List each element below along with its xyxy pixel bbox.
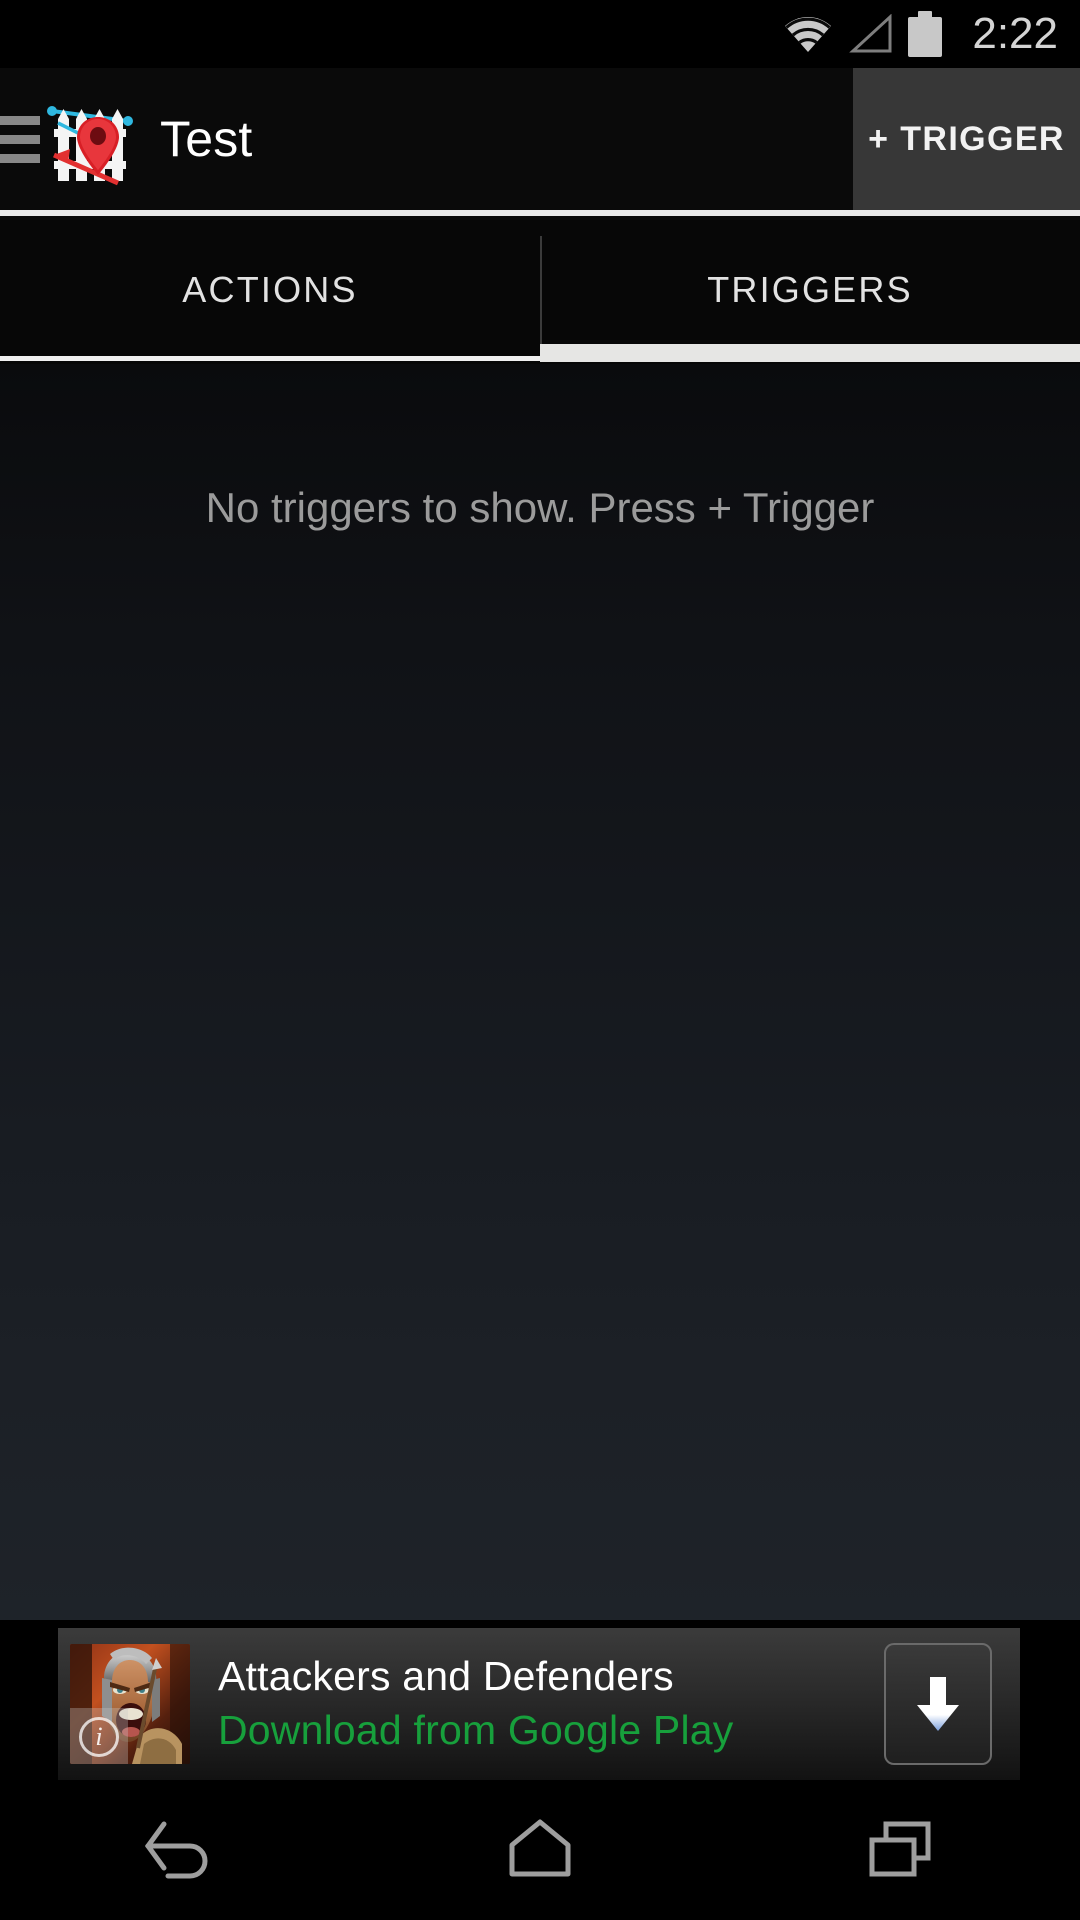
tab-actions-label: ACTIONS <box>182 269 358 310</box>
adchoices-info-icon: i <box>79 1717 119 1757</box>
tab-indicator-actions <box>0 356 540 361</box>
tab-indicator-triggers <box>540 344 1080 362</box>
triggers-list-panel: No triggers to show. Press + Trigger <box>0 364 1080 1620</box>
ad-text-block: Attackers and Defenders Download from Go… <box>218 1653 884 1755</box>
tab-triggers[interactable]: TRIGGERS <box>540 216 1080 364</box>
adchoices-badge[interactable]: i <box>70 1708 128 1764</box>
battery-icon <box>908 11 943 57</box>
home-button[interactable] <box>360 1780 720 1920</box>
empty-state-message: No triggers to show. Press + Trigger <box>205 484 875 531</box>
back-button[interactable] <box>0 1780 360 1920</box>
status-bar-clock: 2:22 <box>972 9 1058 58</box>
recent-apps-icon <box>869 1821 931 1877</box>
warrior-game-icon: i <box>70 1644 190 1764</box>
status-bar-icons: 2:22 <box>782 11 1058 57</box>
home-icon <box>509 1819 571 1877</box>
navigation-bar <box>0 1780 1080 1920</box>
ad-download-button[interactable] <box>884 1643 992 1765</box>
tab-triggers-label: TRIGGERS <box>707 269 913 310</box>
geofence-map-pin-icon <box>40 89 140 189</box>
wifi-icon <box>782 14 834 54</box>
recents-button[interactable] <box>720 1780 1080 1920</box>
action-bar: Test + TRIGGER <box>0 68 1080 210</box>
status-bar: 2:22 <box>0 0 1080 68</box>
add-trigger-label: + TRIGGER <box>868 119 1065 158</box>
hamburger-menu-icon[interactable] <box>0 68 40 210</box>
add-trigger-button[interactable]: + TRIGGER <box>853 68 1080 210</box>
cell-signal-icon <box>848 14 894 54</box>
tab-actions[interactable]: ACTIONS <box>0 216 540 364</box>
ad-banner[interactable]: i Attackers and Defenders Download from … <box>58 1628 1020 1780</box>
page-title: Test <box>160 111 253 167</box>
download-arrow-icon <box>917 1677 959 1731</box>
tab-separator <box>540 236 542 344</box>
back-arrow-icon <box>144 1821 208 1879</box>
android-screen: 2:22 Test + TRIGGER ACTIONS TRIGGERS No … <box>0 0 1080 1920</box>
ad-subtitle: Download from Google Play <box>218 1706 734 1753</box>
ad-title: Attackers and Defenders <box>218 1652 674 1699</box>
